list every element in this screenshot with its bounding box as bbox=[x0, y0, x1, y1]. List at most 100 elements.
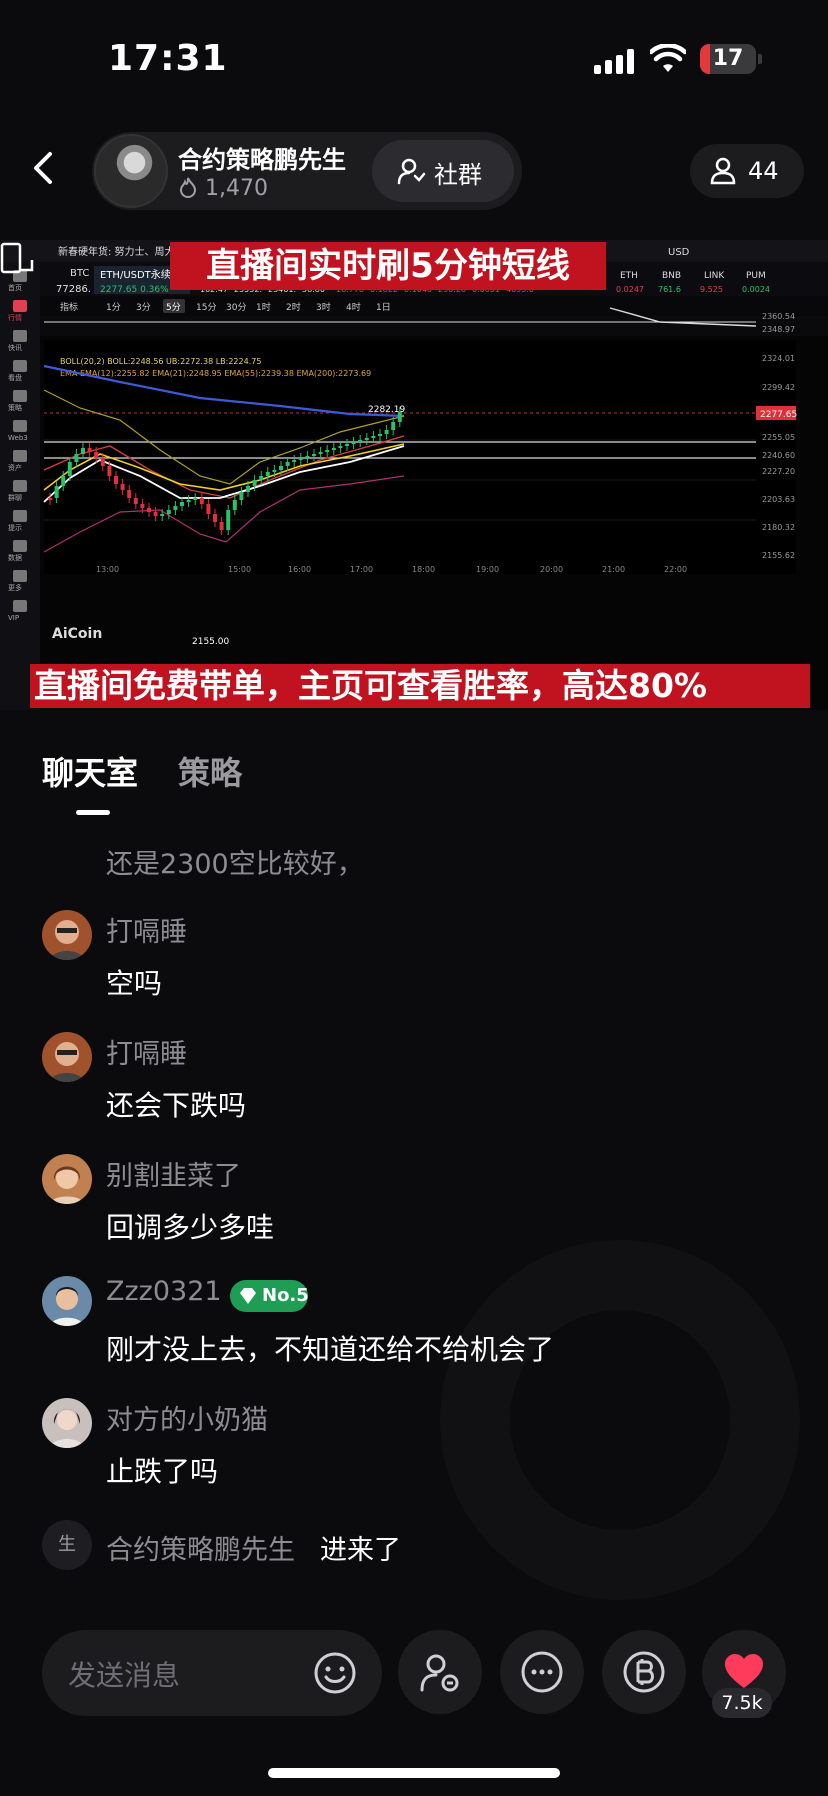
bitcoin-icon bbox=[623, 1651, 665, 1693]
sidebar-icon bbox=[13, 540, 27, 552]
candle-body bbox=[265, 472, 270, 476]
faded-message: 还是2300空比较好， bbox=[106, 849, 364, 880]
message-text: 空吗 bbox=[106, 967, 163, 1000]
candle-body bbox=[67, 462, 72, 476]
ema-indicator-text: EMA EMA(12):2255.82 EMA(21):2248.95 EMA(… bbox=[60, 369, 371, 378]
timeframe-option: 1分 bbox=[106, 302, 121, 313]
candle-body bbox=[94, 452, 99, 458]
candle-body bbox=[206, 504, 211, 514]
candle-body bbox=[371, 436, 376, 438]
candle-body bbox=[305, 456, 310, 458]
rank-badge-label: No.5 bbox=[262, 1285, 309, 1306]
emoji-icon[interactable] bbox=[312, 1650, 358, 1696]
sidebar-icon bbox=[13, 510, 27, 522]
aicoin-logo: AiCoin bbox=[52, 626, 103, 642]
chat-message: 打嗝睡 空吗 bbox=[0, 910, 828, 1020]
host-avatar[interactable] bbox=[94, 134, 168, 208]
join-user-avatar[interactable]: 生 bbox=[42, 1520, 92, 1570]
timeframe-option: 15分 bbox=[196, 302, 216, 313]
host-info-pill[interactable]: 合约策略鹏先生 1,470 社群 bbox=[92, 132, 522, 210]
sidebar-label: 数据 bbox=[8, 553, 22, 562]
timeframe-option: 3分 bbox=[136, 302, 151, 313]
chat-message: 对方的小奶猫 止跌了吗 bbox=[0, 1398, 828, 1508]
candle-body bbox=[120, 484, 125, 490]
boll-indicator-text: BOLL(20,2) BOLL:2248.56 UB:2272.38 LB:22… bbox=[60, 357, 261, 366]
ticker-price: 77286. bbox=[56, 284, 91, 295]
candle-body bbox=[160, 514, 165, 516]
time-tick-label: 13:00 bbox=[96, 565, 119, 574]
sidebar-icon bbox=[13, 420, 27, 432]
like-count: 7.5k bbox=[712, 1688, 772, 1718]
timeframe-option: 1日 bbox=[376, 302, 391, 313]
candle-body bbox=[312, 454, 316, 456]
candle-body bbox=[292, 460, 297, 462]
candle-body bbox=[74, 454, 79, 462]
candle-body bbox=[180, 502, 184, 506]
message-username[interactable]: Zzz0321 bbox=[106, 1276, 222, 1307]
sidebar-icon bbox=[13, 480, 27, 492]
sidebar-label: 首页 bbox=[8, 283, 22, 292]
timeframe-option: 4时 bbox=[346, 301, 361, 313]
time-tick-label: 18:00 bbox=[412, 565, 435, 574]
time-tick-label: 19:00 bbox=[476, 565, 499, 574]
follow-user-button[interactable] bbox=[398, 1630, 482, 1714]
sidebar-icon bbox=[13, 450, 27, 462]
viewer-count-button[interactable]: 44 bbox=[690, 144, 804, 198]
fullscreen-rotate-icon[interactable] bbox=[0, 240, 34, 274]
price-tick-label: 2360.54 bbox=[762, 312, 795, 321]
user-avatar[interactable] bbox=[42, 910, 92, 960]
join-notification: 生 合约策略鹏先生 进来了 bbox=[0, 1520, 828, 1570]
back-button[interactable] bbox=[22, 146, 66, 190]
timeframe-option: 1时 bbox=[256, 301, 271, 313]
user-avatar[interactable] bbox=[42, 1154, 92, 1204]
candle-body bbox=[219, 522, 224, 530]
tab-chat[interactable]: 聊天室 bbox=[42, 748, 138, 794]
right-ticker-value: 761.6 bbox=[658, 285, 681, 294]
candle-body bbox=[345, 444, 349, 446]
candle-body bbox=[133, 498, 138, 504]
sidebar-icon bbox=[13, 390, 27, 402]
tab-strategy[interactable]: 策略 bbox=[178, 748, 242, 794]
chat-list[interactable]: 还是2300空比较好， 打嗝睡 空吗 打嗝睡 还会下跌吗 别割韭菜了 回调多少多… bbox=[0, 830, 828, 1570]
sidebar-label: Web3 bbox=[8, 434, 28, 442]
more-button[interactable] bbox=[500, 1630, 584, 1714]
candle-body bbox=[378, 434, 382, 436]
candle-body bbox=[384, 430, 389, 434]
message-username[interactable]: 别割韭菜了 bbox=[106, 1154, 241, 1193]
message-text: 刚才没上去，不知道还给不给机会了 bbox=[106, 1333, 555, 1366]
message-input[interactable]: 发送消息 bbox=[42, 1630, 382, 1716]
message-username[interactable]: 打嗝睡 bbox=[106, 910, 187, 949]
message-username[interactable]: 打嗝睡 bbox=[106, 1032, 187, 1071]
low-price-label: 2155.00 bbox=[192, 637, 229, 647]
candle-body bbox=[87, 448, 92, 452]
price-tick-label: 2227.20 bbox=[762, 467, 795, 476]
sidebar-label: 行情 bbox=[8, 313, 22, 322]
bottom-action-bar: 发送消息 7.5k bbox=[0, 1630, 828, 1718]
stream-banner-top: 直播间实时刷5分钟短线 bbox=[170, 242, 606, 290]
user-avatar[interactable] bbox=[42, 1398, 92, 1448]
user-avatar[interactable] bbox=[42, 1276, 92, 1326]
home-indicator[interactable] bbox=[268, 1768, 560, 1778]
current-price-text: 2277.65 bbox=[760, 410, 797, 420]
candle-body bbox=[107, 466, 112, 476]
coin-button[interactable] bbox=[602, 1630, 686, 1714]
user-avatar[interactable] bbox=[42, 1032, 92, 1082]
active-tab-indicator bbox=[76, 810, 110, 815]
candle-body bbox=[61, 476, 66, 486]
community-button[interactable]: 社群 bbox=[372, 140, 514, 202]
top-bar-text: 新春硬年货: 努力士、周大生 bbox=[58, 245, 185, 258]
chat-message: 打嗝睡 还会下跌吗 bbox=[0, 1032, 828, 1142]
stream-banner-bottom: 直播间免费带单，主页可查看胜率，高达80% bbox=[30, 664, 810, 708]
flame-icon bbox=[179, 177, 197, 198]
candle-body bbox=[331, 448, 336, 450]
live-stream-video[interactable]: 新春硬年货: 努力士、周大生 USD 首页 行情 快讯 看盘 策略 Web3 资产 群聊 提示数… bbox=[0, 240, 828, 710]
candle-body bbox=[351, 442, 356, 444]
pair-name: ETH/USDT永续 bbox=[100, 268, 171, 281]
join-action-text: 进来了 bbox=[320, 1535, 401, 1566]
join-username[interactable]: 合约策略鹏先生 bbox=[106, 1528, 295, 1567]
candle-body bbox=[48, 498, 52, 500]
candle-body bbox=[364, 438, 369, 440]
sidebar-label: 看盘 bbox=[8, 373, 22, 382]
message-username[interactable]: 对方的小奶猫 bbox=[106, 1398, 268, 1437]
timeframe-option: 指标 bbox=[60, 301, 78, 313]
